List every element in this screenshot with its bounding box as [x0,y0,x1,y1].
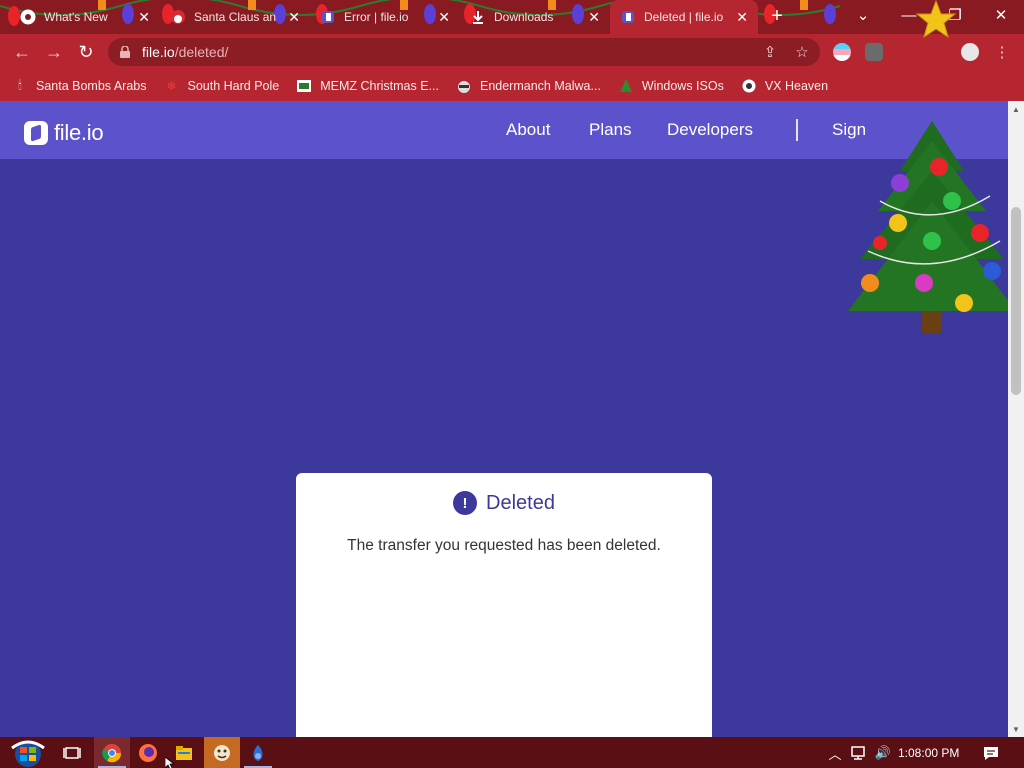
new-tab-button[interactable]: + [766,5,788,27]
logo-text: file.io [54,120,104,145]
fileio-icon [320,9,336,25]
profile-avatar-icon[interactable] [961,43,979,61]
heaven-icon [741,78,757,94]
tab-error-fileio[interactable]: Error | file.io ✕ [310,0,460,34]
bookmark-endermanch-malware[interactable]: Endermanch Malwa... [456,78,601,94]
candle-icon: 🕯 [18,78,22,92]
exclamation-icon: ! [453,491,478,515]
close-tab-icon[interactable]: ✕ [138,9,150,26]
bookmarks-bar: 🕯 Santa Bombs Arabs ❄ South Hard Pole ME… [0,70,1024,101]
extension-icon[interactable] [833,43,851,61]
firefox-taskbar-icon[interactable] [130,737,166,768]
browser-toolbar: ← → ↻ file.io/deleted/ ⇪ ☆ ⋮ [0,34,1024,70]
fileio-logo-icon [24,121,48,145]
scrollbar-thumb[interactable] [1011,207,1021,395]
forward-arrow-icon[interactable]: → [42,40,66,64]
download-icon [470,9,486,25]
close-tab-icon[interactable]: ✕ [288,9,300,26]
bookmark-label: Windows ISOs [641,78,724,93]
tab-search-chevron-icon[interactable]: ⌄ [840,0,886,30]
task-view-icon[interactable] [54,737,90,768]
nav-divider [796,119,798,141]
tab-title: What's New [44,10,108,24]
memz-icon [296,78,312,94]
extension-s-icon[interactable] [865,43,883,61]
bookmark-star-icon[interactable]: ☆ [792,42,812,62]
tab-title: Error | file.io [344,10,409,24]
app-taskbar-icon[interactable] [204,737,240,768]
deleted-card: ! Deleted The transfer you requested has… [296,473,712,737]
url-path: /deleted/ [174,44,229,60]
address-bar[interactable]: file.io/deleted/ ⇪ ☆ [108,38,820,66]
site-logo[interactable]: file.io [24,120,104,146]
tab-whats-new[interactable]: What's New ✕ [10,0,160,34]
network-icon[interactable] [850,744,868,762]
url-host: file.io [142,44,175,60]
bookmark-label: Santa Bombs Arabs [36,78,147,93]
raccoon-icon [456,78,472,94]
christmas-tree-decoration [848,121,1008,333]
tab-santa-claus[interactable]: Santa Claus an ✕ [160,0,310,34]
tab-title: Santa Claus an [194,10,277,24]
edge-taskbar-icon[interactable] [240,737,276,768]
page-scrollbar[interactable]: ▲ ▼ [1008,101,1024,737]
bookmark-south-hard-pole[interactable]: ❄ South Hard Pole [163,78,279,94]
card-heading: Deleted [486,491,555,514]
snowflake-icon: ❄ [166,78,177,93]
volume-icon[interactable]: 🔊 [874,744,892,762]
tab-strip: What's New ✕ Santa Claus an ✕ Error | fi… [0,0,1024,34]
scroll-down-arrow-icon[interactable]: ▼ [1008,721,1024,737]
windows-taskbar: ︿ 🔊 1:08:00 PM [0,737,1024,768]
tab-title: Downloads [494,10,554,24]
star-decoration [915,0,957,39]
fileio-icon [620,9,636,25]
close-tab-icon[interactable]: ✕ [736,9,748,26]
card-title-row: ! Deleted [296,491,712,515]
bookmark-label: South Hard Pole [187,78,280,93]
close-tab-icon[interactable]: ✕ [438,9,450,26]
share-icon[interactable]: ⇪ [760,42,780,62]
show-hidden-icons-chevron-icon[interactable]: ︿ [826,744,844,762]
card-message: The transfer you requested has been dele… [347,537,661,554]
nav-developers[interactable]: Developers [667,120,753,140]
bookmark-label: MEMZ Christmas E... [320,78,439,93]
lock-icon[interactable] [120,46,130,58]
tab-downloads[interactable]: Downloads ✕ [460,0,610,34]
tab-title: Deleted | file.io [644,10,724,24]
back-arrow-icon[interactable]: ← [10,40,34,64]
close-window-icon[interactable]: ✕ [978,0,1024,30]
notifications-icon[interactable] [982,744,1000,762]
menu-kebab-icon[interactable]: ⋮ [992,42,1012,62]
santa-icon [170,9,186,25]
close-tab-icon[interactable]: ✕ [588,9,600,26]
scroll-up-arrow-icon[interactable]: ▲ [1008,101,1024,117]
reload-icon[interactable]: ↻ [74,40,98,64]
address-text[interactable]: file.io/deleted/ [142,44,228,60]
bookmark-windows-isos[interactable]: Windows ISOs [618,78,724,94]
taskbar-clock[interactable]: 1:08:00 PM [898,746,959,760]
bookmark-vx-heaven[interactable]: VX Heaven [741,78,828,94]
start-button[interactable] [6,737,50,768]
page-content: file.io About Plans Developers Sign ! De… [0,101,1008,737]
nav-about[interactable]: About [506,120,550,140]
tab-deleted-fileio[interactable]: Deleted | file.io ✕ [610,0,758,34]
bookmark-memz-christmas[interactable]: MEMZ Christmas E... [296,78,439,94]
bookmark-santa-bombs-arabs[interactable]: 🕯 Santa Bombs Arabs [12,78,146,94]
windows-start-icon [11,740,45,767]
chrome-icon [20,9,36,25]
chrome-taskbar-icon[interactable] [94,737,130,768]
bookmark-label: Endermanch Malwa... [479,78,601,93]
bookmark-label: VX Heaven [764,78,829,93]
mouse-cursor-icon [165,757,175,768]
nav-plans[interactable]: Plans [589,120,632,140]
tree-icon [618,78,634,94]
